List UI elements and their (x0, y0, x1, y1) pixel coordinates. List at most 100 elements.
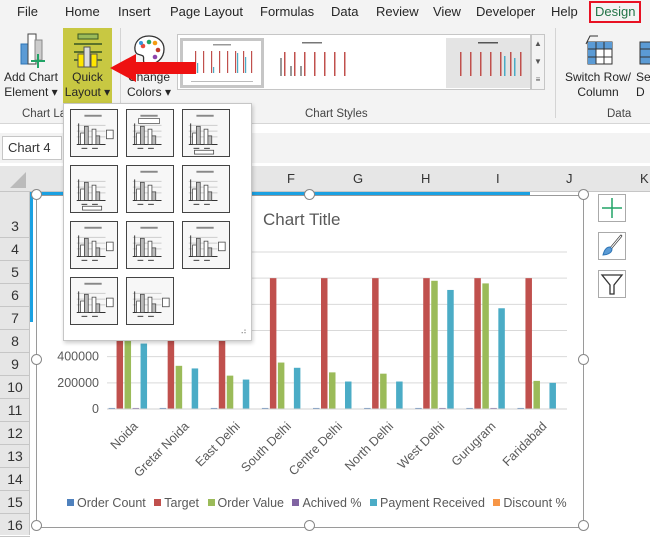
row-header[interactable]: 6 (0, 284, 30, 307)
column-header-h[interactable]: H (421, 171, 430, 186)
quick-layout-button[interactable]: Quick Layout ▾ (63, 28, 112, 104)
quick-layout-option-8[interactable] (126, 221, 174, 269)
quick-layout-option-2[interactable] (126, 109, 174, 157)
row-header[interactable]: 5 (0, 261, 30, 284)
bar-payment-received-gretar-noida[interactable] (191, 368, 199, 409)
bar-order-value-south-delhi[interactable] (277, 362, 285, 409)
tab-help[interactable]: Help (551, 4, 578, 19)
bar-order-value-gurugram[interactable] (482, 283, 489, 409)
quick-layout-option-11[interactable] (126, 277, 174, 325)
name-box[interactable]: Chart 4 (2, 136, 62, 160)
resize-handle-bottom[interactable] (304, 520, 315, 531)
gallery-scroll[interactable]: ▲ ▼ ≡ (531, 34, 545, 90)
row-header[interactable]: 16 (0, 514, 30, 537)
tab-home[interactable]: Home (65, 4, 100, 19)
tab-formulas[interactable]: Formulas (260, 4, 314, 19)
bar-payment-received-south-delhi[interactable] (293, 367, 301, 409)
bar-order-value-gretar-noida[interactable] (175, 365, 183, 409)
bar-target-south-delhi[interactable] (269, 278, 277, 409)
bar-payment-received-faridabad[interactable] (549, 382, 556, 409)
row-header[interactable]: 3 (0, 215, 30, 238)
quick-layout-option-9[interactable] (182, 221, 230, 269)
column-header-j[interactable]: J (566, 171, 573, 186)
bar-payment-received-west-delhi[interactable] (447, 289, 454, 409)
quick-layout-option-10[interactable] (70, 277, 118, 325)
row-header[interactable]: 15 (0, 491, 30, 514)
bar-order-value-west-delhi[interactable] (431, 280, 438, 409)
resize-handle-right[interactable] (578, 354, 589, 365)
quick-layout-option-5[interactable] (126, 165, 174, 213)
bar-order-value-noida[interactable] (124, 330, 132, 410)
funnel-icon (600, 274, 624, 295)
quick-layout-option-4[interactable] (70, 165, 118, 213)
tab-page-layout[interactable]: Page Layout (170, 4, 243, 19)
tab-developer[interactable]: Developer (476, 4, 535, 19)
bar-target-north-delhi[interactable] (372, 278, 379, 409)
bar-order-value-east-delhi[interactable] (226, 375, 234, 409)
row-header[interactable]: 11 (0, 399, 30, 422)
row-header[interactable]: 14 (0, 468, 30, 491)
resize-handle-left[interactable] (31, 354, 42, 365)
column-header-i[interactable]: I (496, 171, 500, 186)
tab-design[interactable]: Design (589, 1, 642, 23)
tab-file[interactable]: File (17, 4, 38, 19)
quick-layout-option-3[interactable] (182, 109, 230, 157)
column-header-k[interactable]: K (640, 171, 649, 186)
chart-style-2[interactable] (270, 38, 354, 88)
chart-style-3[interactable] (446, 38, 530, 88)
chart-elements-button[interactable] (598, 194, 626, 222)
row-header[interactable]: 10 (0, 376, 30, 399)
switch-row-column-button[interactable]: Switch Row/ Column (562, 30, 634, 100)
bar-payment-received-noida[interactable] (140, 343, 148, 409)
add-chart-element-button[interactable]: Add Chart Element ▾ (2, 30, 60, 100)
tab-insert[interactable]: Insert (118, 4, 151, 19)
legend-label: Achived % (302, 496, 362, 510)
gallery-more-icon[interactable]: ≡ (532, 71, 544, 89)
resize-handle-bottom-left[interactable] (31, 520, 42, 531)
column-header-f[interactable]: F (287, 171, 295, 186)
row-header[interactable]: 13 (0, 445, 30, 468)
bar-order-value-centre-delhi[interactable] (329, 372, 336, 409)
bar-target-gurugram[interactable] (474, 278, 481, 409)
legend-item-discount-pct: Discount % (493, 496, 567, 510)
bar-payment-received-centre-delhi[interactable] (345, 381, 352, 409)
bar-order-value-north-delhi[interactable] (380, 373, 387, 409)
quick-layout-icon (73, 33, 102, 68)
select-all-corner[interactable] (0, 166, 30, 192)
chart-legend[interactable]: Order Count Target Order Value Achived %… (67, 496, 572, 510)
column-header-g[interactable]: G (353, 171, 363, 186)
tab-data[interactable]: Data (331, 4, 358, 19)
scroll-up-icon[interactable]: ▲ (532, 35, 544, 53)
row-header[interactable]: 12 (0, 422, 30, 445)
bar-target-west-delhi[interactable] (423, 278, 430, 409)
bar-target-faridabad[interactable] (525, 278, 532, 409)
quick-layout-option-1[interactable] (70, 109, 118, 157)
row-header[interactable]: 7 (0, 307, 30, 330)
resize-handle-bottom-right[interactable] (578, 520, 589, 531)
resize-handle-top-right[interactable] (578, 189, 589, 200)
chart-styles-button[interactable] (598, 232, 626, 260)
quick-layout-option-6[interactable] (182, 165, 230, 213)
chart-filters-button[interactable] (598, 270, 626, 298)
legend-label: Order Count (77, 496, 146, 510)
row-header[interactable]: 8 (0, 330, 30, 353)
x-tick-label: East Delhi (193, 419, 243, 469)
quick-layout-option-7[interactable] (70, 221, 118, 269)
bar-order-value-faridabad[interactable] (533, 380, 540, 409)
row-header[interactable]: 4 (0, 238, 30, 261)
bar-payment-received-gurugram[interactable] (498, 308, 505, 409)
scroll-down-icon[interactable]: ▼ (532, 53, 544, 71)
bar-payment-received-north-delhi[interactable] (396, 381, 403, 409)
bar-payment-received-east-delhi[interactable] (242, 379, 250, 409)
row-headers: 3 4 5 6 7 8 9 10 11 12 13 14 15 16 (0, 192, 30, 537)
resize-grip-icon[interactable]: ⠴ (240, 326, 247, 337)
legend-item-order-value: Order Value (207, 496, 284, 510)
bar-target-centre-delhi[interactable] (321, 278, 328, 409)
select-data-button[interactable]: Se D (636, 30, 650, 100)
tab-view[interactable]: View (433, 4, 461, 19)
resize-handle-top-left[interactable] (31, 189, 42, 200)
tab-review[interactable]: Review (376, 4, 419, 19)
row-header[interactable]: 9 (0, 353, 30, 376)
legend-label: Target (164, 496, 200, 510)
resize-handle-top[interactable] (304, 189, 315, 200)
